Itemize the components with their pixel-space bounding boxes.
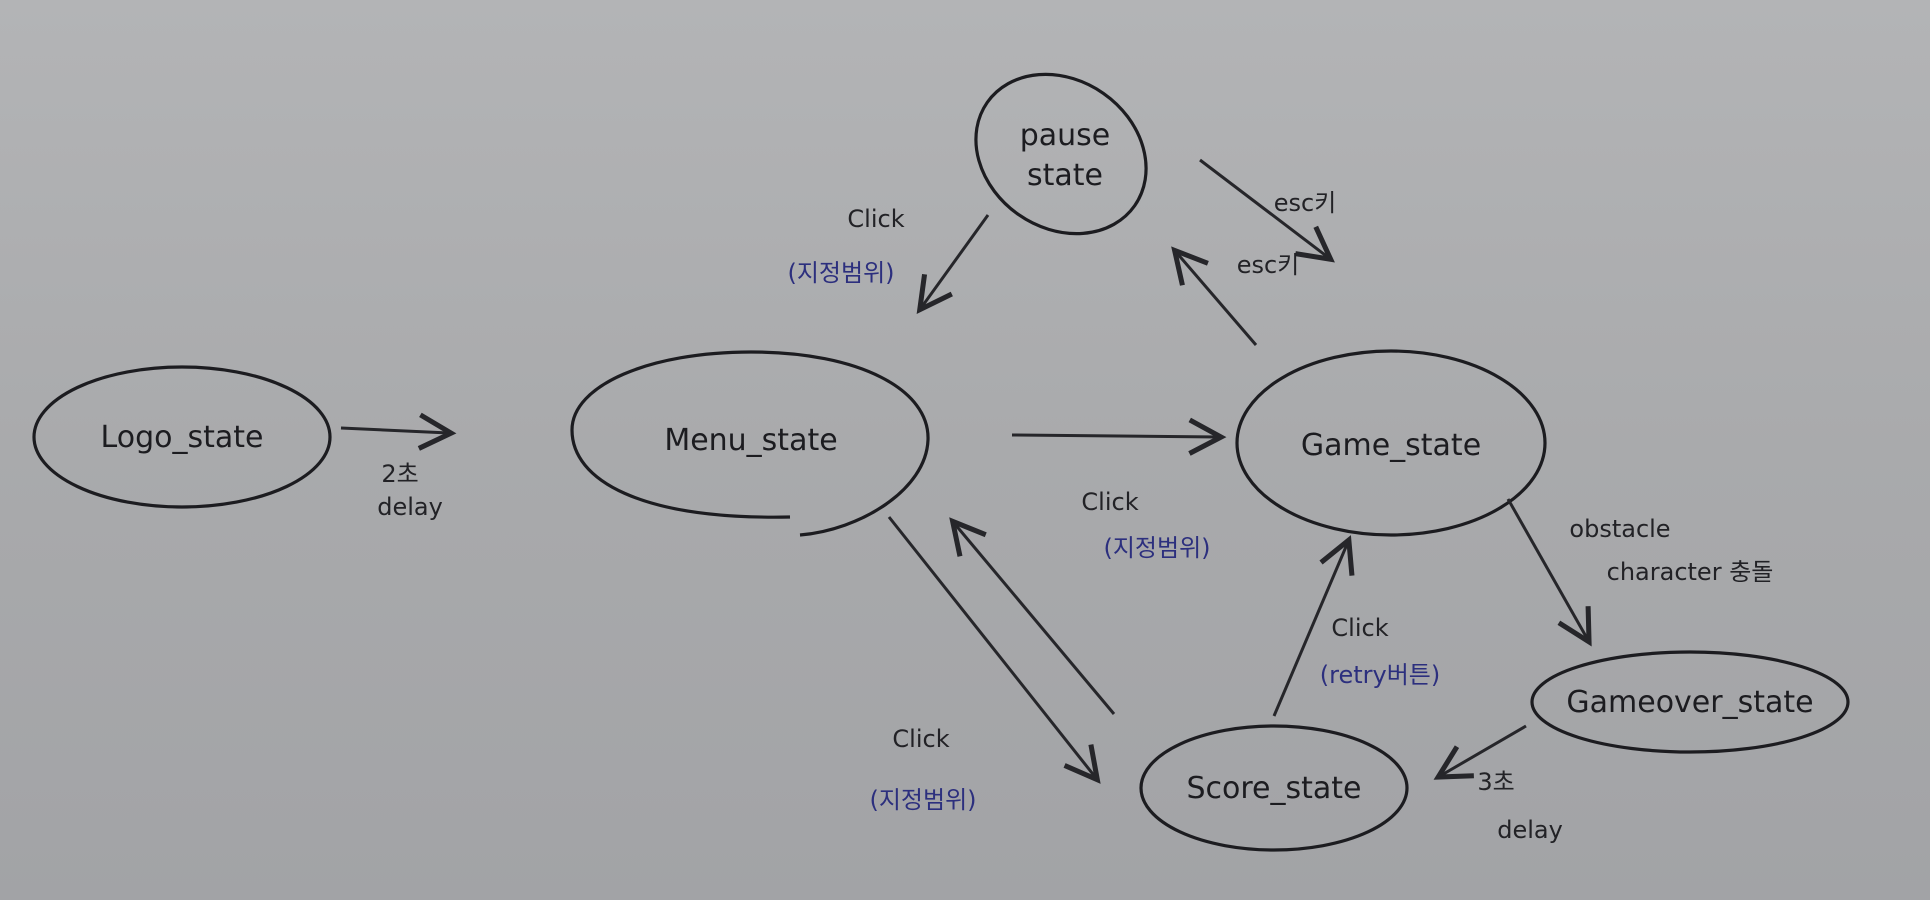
node-game-state: Game_state (1235, 349, 1547, 537)
node-label: state (1027, 158, 1103, 193)
label-game-pause: esc키 (1237, 251, 1300, 279)
label-score-game-line2: (retry버튼) (1320, 661, 1440, 689)
label-score-game-line1: Click (1331, 614, 1388, 642)
node-label: Game_state (1301, 428, 1481, 463)
arrow-pause-to-menu (916, 214, 990, 315)
node-logo-state: Logo_state (32, 365, 332, 509)
label-gameover-score-line2: delay (1497, 816, 1563, 844)
node-label: Menu_state (664, 423, 837, 458)
node-label: Gameover_state (1566, 685, 1813, 720)
label-game-gameover-line1: obstacle (1569, 515, 1670, 543)
label-gameover-score-line1: 3초 (1477, 768, 1514, 796)
node-gameover-state: Gameover_state (1530, 650, 1850, 754)
label-score-menu-line1: Click (1081, 488, 1138, 516)
label-logo-menu-line1: 2초 (381, 460, 418, 488)
node-label: Score_state (1186, 771, 1361, 806)
arrow-logo-to-menu (340, 412, 457, 451)
label-pause-menu-line1: Click (847, 205, 904, 233)
label-menu-score-line2: (지정범위) (869, 786, 976, 814)
arrow-score-to-menu (949, 517, 1116, 715)
label-menu-score-line1: Click (892, 725, 949, 753)
label-pause-menu-line2: (지정범위) (787, 259, 894, 287)
node-label: pause (1020, 118, 1111, 153)
label-game-gameover-line2: character 충돌 (1607, 558, 1774, 586)
node-pause-state: pause state (974, 72, 1148, 236)
label-pause-game: esc키 (1274, 189, 1337, 217)
node-label: Logo_state (101, 420, 264, 455)
node-score-state: Score_state (1139, 724, 1409, 852)
state-diagram: Logo_state Menu_state pause state Game_s… (32, 72, 1850, 852)
node-menu-state: Menu_state (570, 350, 930, 537)
label-score-menu-line2: (지정범위) (1103, 534, 1210, 562)
label-logo-menu-line2: delay (377, 493, 443, 521)
arrow-menu-to-game (1011, 417, 1227, 456)
